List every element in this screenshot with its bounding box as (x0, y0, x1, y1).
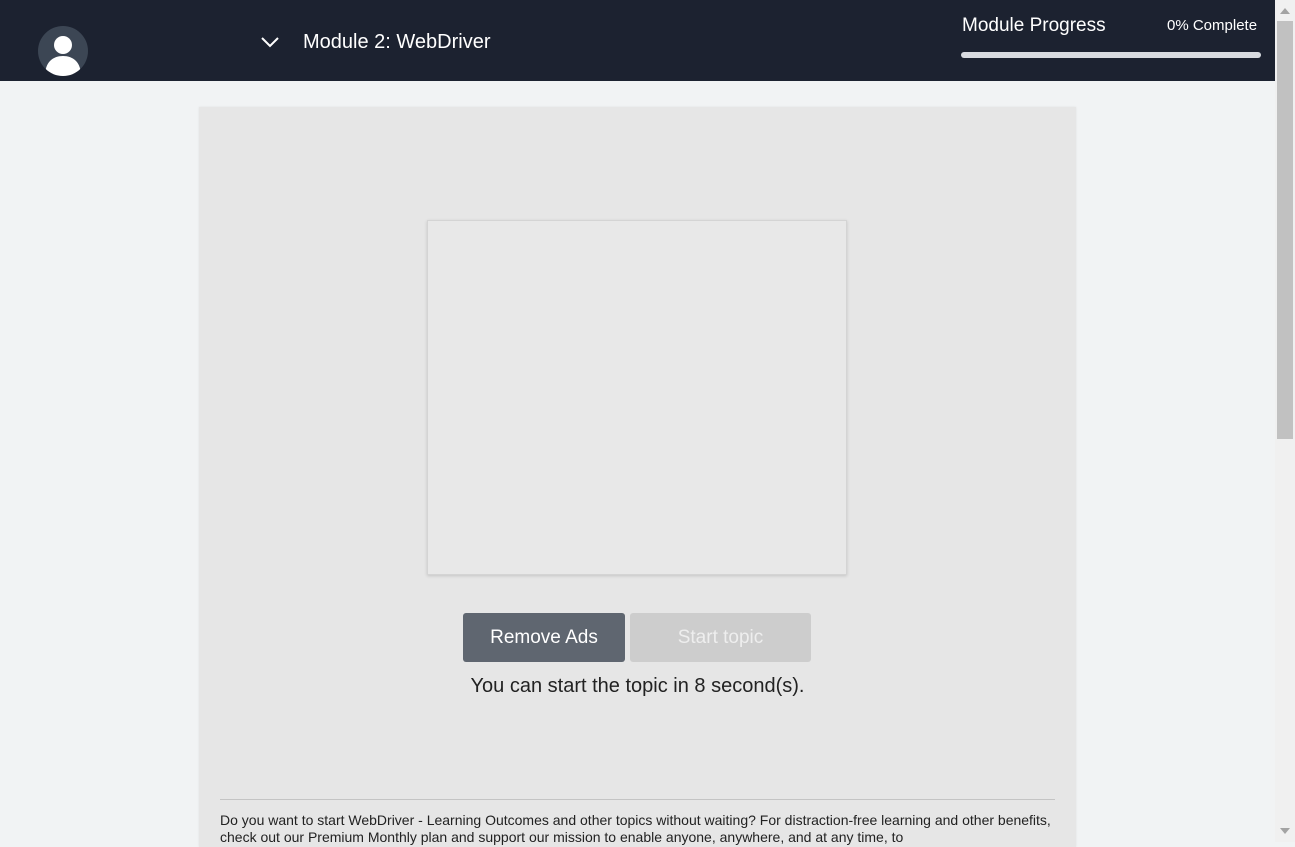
top-header: Module 2: WebDriver Module Progress 0% C… (0, 0, 1275, 81)
scroll-up-arrow-icon[interactable] (1280, 8, 1290, 14)
divider (220, 799, 1055, 800)
vertical-scrollbar[interactable] (1275, 0, 1295, 842)
premium-monthly-link[interactable]: Premium Monthly (308, 829, 417, 845)
scroll-down-arrow-icon[interactable] (1280, 828, 1290, 834)
progress-percent: 0% Complete (1167, 17, 1258, 34)
progress-label: Module Progress (962, 15, 1106, 36)
user-avatar-icon[interactable] (38, 26, 88, 76)
module-title[interactable]: Module 2: WebDriver (303, 31, 490, 54)
topic-card: Remove Ads Start topic You can start the… (199, 107, 1076, 847)
scrollbar-thumb[interactable] (1277, 21, 1293, 439)
premium-promo-text: Do you want to start WebDriver - Learnin… (220, 812, 1060, 846)
remove-ads-button[interactable]: Remove Ads (463, 613, 625, 662)
progress-bar (961, 52, 1261, 58)
countdown-text: You can start the topic in 8 second(s). (470, 675, 805, 697)
start-topic-button[interactable]: Start topic (630, 613, 811, 662)
promo-text-after: plan and support our mission to enable a… (416, 829, 904, 845)
ad-placeholder (427, 220, 847, 575)
user-silhouette-icon (45, 36, 81, 76)
chevron-down-icon[interactable] (258, 30, 282, 54)
